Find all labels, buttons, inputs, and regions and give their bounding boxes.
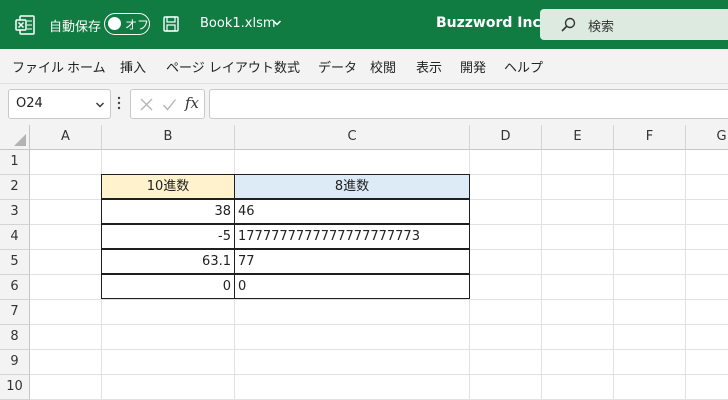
select-all-button[interactable] <box>0 125 30 150</box>
menu-file[interactable]: ファイル <box>12 57 64 76</box>
cell-c5[interactable]: 77 <box>234 249 470 274</box>
row-header[interactable]: 8 <box>0 325 30 350</box>
gridline <box>30 299 728 300</box>
column-header-d[interactable]: D <box>470 125 542 150</box>
autosave-toggle[interactable]: オフ <box>104 13 150 35</box>
name-box-value: O24 <box>16 96 43 111</box>
autosave-state: オフ <box>125 18 150 32</box>
excel-app-icon <box>15 15 35 35</box>
toggle-knob <box>108 17 121 30</box>
column-header-c[interactable]: C <box>235 125 470 150</box>
row-header[interactable]: 10 <box>0 375 30 400</box>
cell-c3[interactable]: 46 <box>234 199 470 224</box>
cell-b4[interactable]: -5 <box>101 224 235 249</box>
gridline <box>541 150 542 400</box>
row-header[interactable]: 6 <box>0 275 30 300</box>
menu-view[interactable]: 表示 <box>416 57 442 76</box>
more-dots-icon[interactable] <box>117 95 121 111</box>
gridline <box>30 324 728 325</box>
menu-developer[interactable]: 開発 <box>460 57 486 76</box>
file-name[interactable]: Book1.xlsm <box>200 16 276 31</box>
column-header-f[interactable]: F <box>614 125 686 150</box>
cell-b6[interactable]: 0 <box>101 274 235 299</box>
menu-help[interactable]: ヘルプ <box>504 57 543 76</box>
gridline <box>30 374 728 375</box>
column-header-a[interactable]: A <box>30 125 102 150</box>
company-name: Buzzword Inc. <box>436 15 547 31</box>
autosave-label: 自動保存 <box>49 20 102 35</box>
row-header[interactable]: 9 <box>0 350 30 375</box>
formula-buttons: fx <box>130 89 205 119</box>
menu-home[interactable]: ホーム <box>67 57 106 76</box>
title-bar: 自動保存 オフ Book1.xlsm Buzzword Inc. 検索 <box>0 0 728 49</box>
gridline <box>30 349 728 350</box>
cell-c6[interactable]: 0 <box>234 274 470 299</box>
gridline <box>685 150 686 400</box>
row-header[interactable]: 4 <box>0 225 30 250</box>
save-icon[interactable] <box>162 15 180 33</box>
enter-check-icon[interactable] <box>162 97 177 112</box>
search-box[interactable]: 検索 <box>540 9 728 40</box>
row-header[interactable]: 7 <box>0 300 30 325</box>
menu-formulas[interactable]: 数式 <box>274 57 300 76</box>
cancel-icon[interactable] <box>139 97 154 112</box>
formula-input[interactable] <box>209 89 728 119</box>
cell-c4[interactable]: 1777777777777777777773 <box>234 224 470 249</box>
insert-function-button[interactable]: fx <box>185 94 199 112</box>
cell-b3[interactable]: 38 <box>101 199 235 224</box>
cell-b2-header-decimal[interactable]: 10進数 <box>101 174 235 199</box>
worksheet-grid[interactable]: A B C D E F G 1 2 3 4 5 6 7 8 9 10 10進数 … <box>0 125 728 400</box>
cell-b5[interactable]: 63.1 <box>101 249 235 274</box>
column-header-e[interactable]: E <box>542 125 614 150</box>
row-header[interactable]: 3 <box>0 200 30 225</box>
cell-c2-header-octal[interactable]: 8進数 <box>234 174 470 199</box>
menu-data[interactable]: データ <box>318 57 357 76</box>
gridline <box>613 150 614 400</box>
menu-review[interactable]: 校閲 <box>370 57 396 76</box>
row-header[interactable]: 1 <box>0 150 30 175</box>
formula-bar: O24 fx <box>0 84 728 125</box>
row-header[interactable]: 2 <box>0 175 30 200</box>
row-header[interactable]: 5 <box>0 250 30 275</box>
menu-insert[interactable]: 挿入 <box>120 57 146 76</box>
chevron-down-icon[interactable] <box>95 100 105 110</box>
name-box[interactable]: O24 <box>8 89 111 119</box>
column-header-g[interactable]: G <box>686 125 728 150</box>
column-header-b[interactable]: B <box>102 125 235 150</box>
chevron-down-icon[interactable] <box>272 18 282 28</box>
menu-page-layout[interactable]: ページ レイアウト <box>166 57 274 76</box>
search-placeholder: 検索 <box>588 20 615 35</box>
ribbon-menu: ファイル ホーム 挿入 ページ レイアウト 数式 データ 校閲 表示 開発 ヘル… <box>0 49 728 84</box>
search-icon <box>561 17 576 32</box>
